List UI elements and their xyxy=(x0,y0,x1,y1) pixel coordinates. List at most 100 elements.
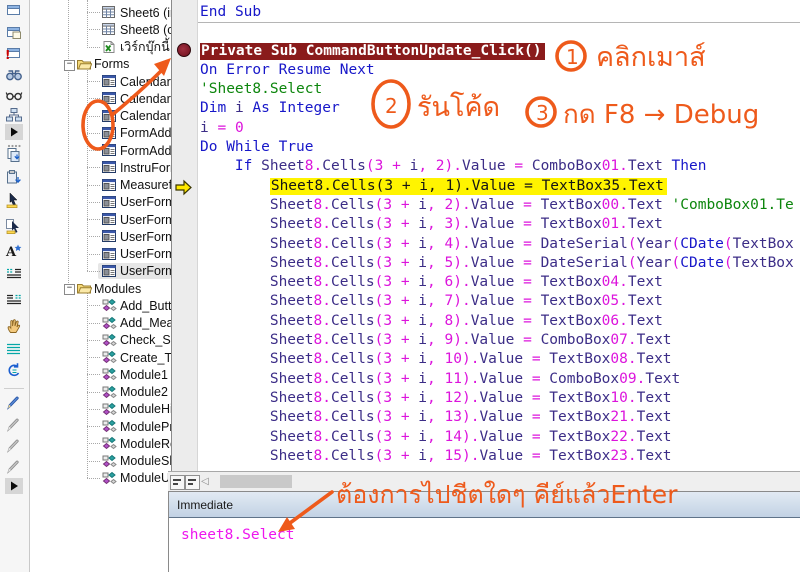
code-line[interactable]: If Sheet8.Cells(3 + i, 2).Value = ComboB… xyxy=(200,157,800,176)
tree-item-formaddc[interactable]: FormAddc xyxy=(30,142,171,159)
code-line[interactable]: Sheet8.Cells(3 + i, 11).Value = ComboBox… xyxy=(200,370,800,389)
code-line[interactable]: Sheet8.Cells(3 + i, 4).Value = DateSeria… xyxy=(200,235,800,254)
tree-item-userform[interactable]: UserForm xyxy=(30,211,171,228)
folder-icon xyxy=(76,57,93,71)
find-icon[interactable] xyxy=(5,66,23,82)
current-statement-line[interactable]: Sheet8.Cells(3 + i, 1).Value = TextBox35… xyxy=(200,177,800,196)
tree-item-formaddc[interactable]: FormAddc xyxy=(30,125,171,142)
scrollbar-thumb[interactable] xyxy=(220,475,292,488)
tree-item-modulepro[interactable]: ModulePro xyxy=(30,418,171,435)
tree-item-module1[interactable]: Module1 xyxy=(30,366,171,383)
code-line[interactable]: Sheet8.Cells(3 + i, 9).Value = ComboBox0… xyxy=(200,331,800,350)
tree-item-calendarf[interactable]: Calendarf xyxy=(30,73,171,90)
window-icon[interactable] xyxy=(5,2,23,18)
uncomment-block-icon[interactable] xyxy=(5,416,23,432)
quick-watch-icon[interactable] xyxy=(5,87,23,103)
module-icon xyxy=(101,419,117,433)
code-line[interactable]: End Sub xyxy=(200,3,800,22)
tree-item-addbutto[interactable]: Add_Butto xyxy=(30,297,171,314)
module-icon xyxy=(101,298,117,312)
tree-item-moduleus[interactable]: ModuleUs xyxy=(30,470,171,487)
code-horizontal-scrollbar[interactable]: ◁ xyxy=(168,471,800,492)
format-painter-icon[interactable] xyxy=(5,218,23,234)
full-module-view-button[interactable] xyxy=(185,475,200,490)
tree-item-modules[interactable]: − Modules xyxy=(30,280,171,297)
tree-item-measurefo[interactable]: Measurefo xyxy=(30,177,171,194)
code-line[interactable]: Sheet8.Cells(3 + i, 2).Value = TextBox00… xyxy=(200,196,800,215)
immediate-title-bar[interactable]: Immediate xyxy=(169,492,800,518)
bookmark-clear-icon[interactable] xyxy=(5,458,23,474)
tree-item-modulere[interactable]: ModuleRe xyxy=(30,435,171,452)
tree-item-sheet6ir[interactable]: Sheet6 (ir xyxy=(30,4,171,21)
immediate-content[interactable]: sheet8.Select xyxy=(169,518,800,545)
complete-word-icon[interactable]: A xyxy=(5,243,23,260)
tree-item-userform[interactable]: UserForm xyxy=(30,194,171,211)
project-explorer[interactable]: Sheet6 (ir Sheet8 (c เวิร์กบุ๊กนี้ − Forms Ca… xyxy=(30,0,172,572)
tree-item-userform[interactable]: UserForm xyxy=(30,246,171,263)
bookmark-icon[interactable] xyxy=(5,437,23,453)
select-tool-icon[interactable] xyxy=(5,192,23,208)
code-line[interactable]: On Error Resume Next xyxy=(200,61,800,80)
tree-item-userform[interactable]: UserForm xyxy=(30,262,171,280)
tree-item-modulesh[interactable]: ModuleSh xyxy=(30,453,171,470)
indent-icon[interactable] xyxy=(5,266,23,282)
hand-icon[interactable] xyxy=(5,318,23,334)
comment-block-icon[interactable] xyxy=(5,394,23,410)
code-line[interactable]: 'Sheet8.Select xyxy=(200,80,800,99)
code-line[interactable]: Dim i As Integer xyxy=(200,99,800,118)
code-line[interactable]: Sheet8.Cells(3 + i, 10).Value = TextBox0… xyxy=(200,350,800,369)
tree-item-instruforr[interactable]: InstruForr xyxy=(30,159,171,176)
undo-icon[interactable] xyxy=(5,362,23,378)
scroll-left-arrow-icon[interactable]: ◁ xyxy=(200,476,210,488)
project-window-icon[interactable] xyxy=(5,24,23,40)
form-icon xyxy=(101,74,117,88)
code-line[interactable]: Sheet8.Cells(3 + i, 13).Value = TextBox2… xyxy=(200,408,800,427)
tree-item-addmeas[interactable]: Add_Meas xyxy=(30,315,171,332)
form-icon xyxy=(101,212,117,226)
code-line[interactable]: Sheet8.Cells(3 + i, 12).Value = TextBox1… xyxy=(200,389,800,408)
tree-expander[interactable]: − xyxy=(64,59,75,71)
code-line[interactable]: Do While True xyxy=(200,138,800,157)
code-line[interactable]: Sheet8.Cells(3 + i, 7).Value = TextBox05… xyxy=(200,292,800,311)
tree-item-calendarf[interactable]: Calendarf xyxy=(30,108,171,125)
tree-item-checksh[interactable]: Check_Sh xyxy=(30,332,171,349)
call-stack-icon[interactable] xyxy=(5,107,23,123)
list-properties-icon[interactable] xyxy=(5,341,23,357)
code-line[interactable]: i = 0 xyxy=(200,119,800,138)
breakpoint-line[interactable]: Private Sub CommandButtonUpdate_Click() xyxy=(200,42,800,61)
code-area[interactable]: End Sub Private Sub CommandButtonUpdate_C… xyxy=(200,3,800,471)
form-icon xyxy=(101,178,117,192)
code-line[interactable]: Sheet8.Cells(3 + i, 8).Value = TextBox06… xyxy=(200,312,800,331)
code-line[interactable]: Sheet8.Cells(3 + i, 6).Value = TextBox04… xyxy=(200,273,800,292)
module-icon xyxy=(101,402,117,416)
tree-item-module2[interactable]: Module2 xyxy=(30,384,171,401)
code-line[interactable]: Sheet8.Cells(3 + i, 14).Value = TextBox2… xyxy=(200,428,800,447)
module-icon xyxy=(101,316,117,330)
paste-icon[interactable] xyxy=(5,169,23,185)
tree-item-sheet8c[interactable]: Sheet8 (c xyxy=(30,21,171,38)
procedure-view-button[interactable] xyxy=(170,475,185,490)
tree-item-[interactable]: เวิร์กบุ๊กนี้ xyxy=(30,39,171,56)
immediate-window[interactable]: Immediate sheet8.Select xyxy=(168,491,800,572)
tree-item-calendarf[interactable]: Calendarf xyxy=(30,90,171,107)
tree-item-forms[interactable]: − Forms xyxy=(30,56,171,73)
toolbar-separator xyxy=(4,388,24,389)
tree-expander[interactable]: − xyxy=(64,284,75,295)
copy-icon[interactable] xyxy=(5,147,23,163)
tree-item-modulehic[interactable]: ModuleHic xyxy=(30,401,171,418)
breakpoint-margin[interactable] xyxy=(172,0,198,471)
tree-item-userform[interactable]: UserForm xyxy=(30,228,171,245)
properties-window-icon[interactable]: ! xyxy=(5,45,23,62)
form-icon xyxy=(101,229,117,243)
code-line[interactable]: Sheet8.Cells(3 + i, 3).Value = TextBox01… xyxy=(200,215,800,234)
overflow-arrow-icon-2[interactable] xyxy=(5,478,23,494)
code-line[interactable]: Sheet8.Cells(3 + i, 15).Value = TextBox2… xyxy=(200,447,800,466)
tree-item-createta[interactable]: Create_Ta xyxy=(30,349,171,366)
breakpoint-dot[interactable] xyxy=(177,43,191,57)
outdent-icon[interactable] xyxy=(5,292,23,308)
form-icon xyxy=(101,247,117,261)
code-line[interactable]: Sheet8.Cells(3 + i, 5).Value = DateSeria… xyxy=(200,254,800,273)
form-icon xyxy=(101,160,117,174)
code-line[interactable] xyxy=(200,22,800,41)
code-editor[interactable]: End Sub Private Sub CommandButtonUpdate_C… xyxy=(171,0,800,471)
